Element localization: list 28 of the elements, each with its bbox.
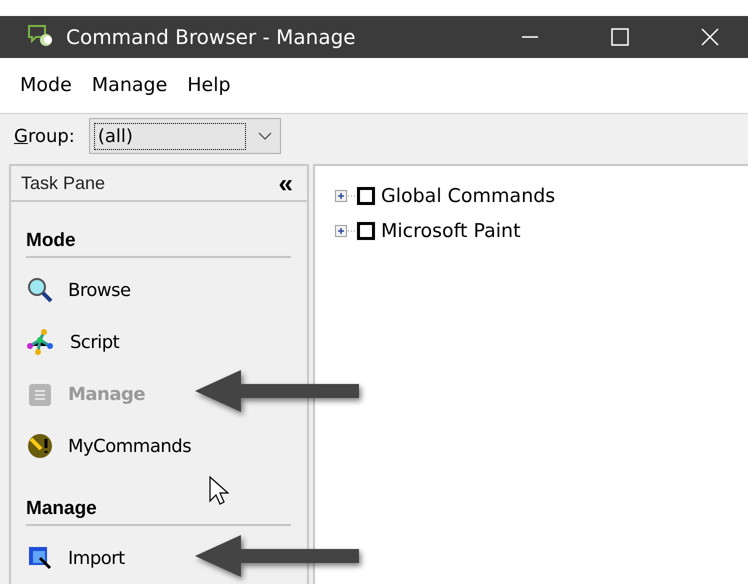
checkbox[interactable] [357,222,375,240]
caret-icon [258,131,272,142]
checkbox[interactable] [357,186,375,204]
menu-item[interactable]: Manage [92,74,168,96]
section-heading: Mode [26,230,291,258]
group-dropdown[interactable]: (all) [88,118,281,154]
collapse-button[interactable]: « [274,170,297,196]
task-pane-title: Task Pane [21,172,106,194]
task-item[interactable]: Script [26,316,291,368]
magnifier-icon [26,276,54,304]
close-icon[interactable] [700,26,720,47]
task-item[interactable]: Browse [26,264,291,316]
expand-icon[interactable] [335,188,357,202]
app-icon [28,24,54,49]
maximize-icon[interactable] [610,26,630,47]
menu-item[interactable]: Mode [20,74,72,96]
expand-icon[interactable] [335,224,357,238]
pencil-badge-icon [26,432,54,460]
tree-item-label[interactable]: Global Commands [381,184,556,206]
menu-item[interactable]: Help [187,74,231,96]
mouse-pointer-icon [209,476,229,506]
group-label: Group: [14,126,75,147]
task-item[interactable]: MyCommands [26,420,291,472]
import-icon [26,544,54,572]
molecule-icon [26,328,56,356]
task-item[interactable]: Import [26,532,291,584]
window-title: Command Browser - Manage [66,24,356,49]
tree-item-label[interactable]: Microsoft Paint [381,220,521,242]
